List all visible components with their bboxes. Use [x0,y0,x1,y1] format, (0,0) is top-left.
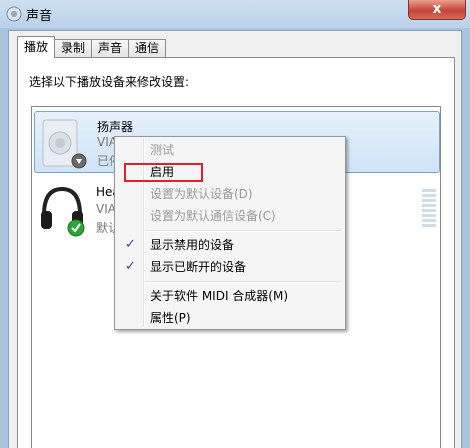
menu-separator [145,281,341,283]
menu-item-set-default-comm[interactable]: 设置为默认通信设备(C) [117,205,343,227]
window-title: 声音 [26,9,53,24]
headphones-icon [41,186,85,237]
tab-communications[interactable]: 通信 [128,39,167,58]
title-bar: 声音 x [0,0,470,28]
checkmark-icon: ✓ [125,259,136,274]
context-menu: 测试 启用 设置为默认设备(D) 设置为默认通信设备(C) ✓ 显示禁用的设备 … [114,136,346,330]
close-icon: x [432,1,442,17]
menu-item-enable[interactable]: 启用 [117,161,343,183]
menu-item-set-default[interactable]: 设置为默认设备(D) [117,183,343,205]
menu-item-test[interactable]: 测试 [117,139,343,161]
checkmark-icon: ✓ [125,237,136,252]
device-driver: VIA [96,202,116,216]
menu-separator [145,230,341,232]
tab-sounds[interactable]: 声音 [91,39,130,58]
speaker-icon [42,119,87,169]
tab-strip: 播放 录制 声音 通信 [17,36,167,58]
device-name: 扬声器 [97,120,134,134]
menu-item-show-disconnected[interactable]: ✓ 显示已断开的设备 [117,256,343,278]
speaker-app-icon [6,6,22,22]
tab-recording[interactable]: 录制 [54,39,93,58]
menu-item-about-midi[interactable]: 关于软件 MIDI 合成器(M) [117,285,343,307]
tab-playback[interactable]: 播放 [17,36,56,58]
instruction-text: 选择以下播放设备来修改设置: [29,75,190,89]
menu-item-properties[interactable]: 属性(P) [117,307,343,329]
close-button[interactable]: x [408,0,466,20]
volume-level-meter [422,189,436,229]
menu-item-show-disabled[interactable]: ✓ 显示禁用的设备 [117,234,343,256]
